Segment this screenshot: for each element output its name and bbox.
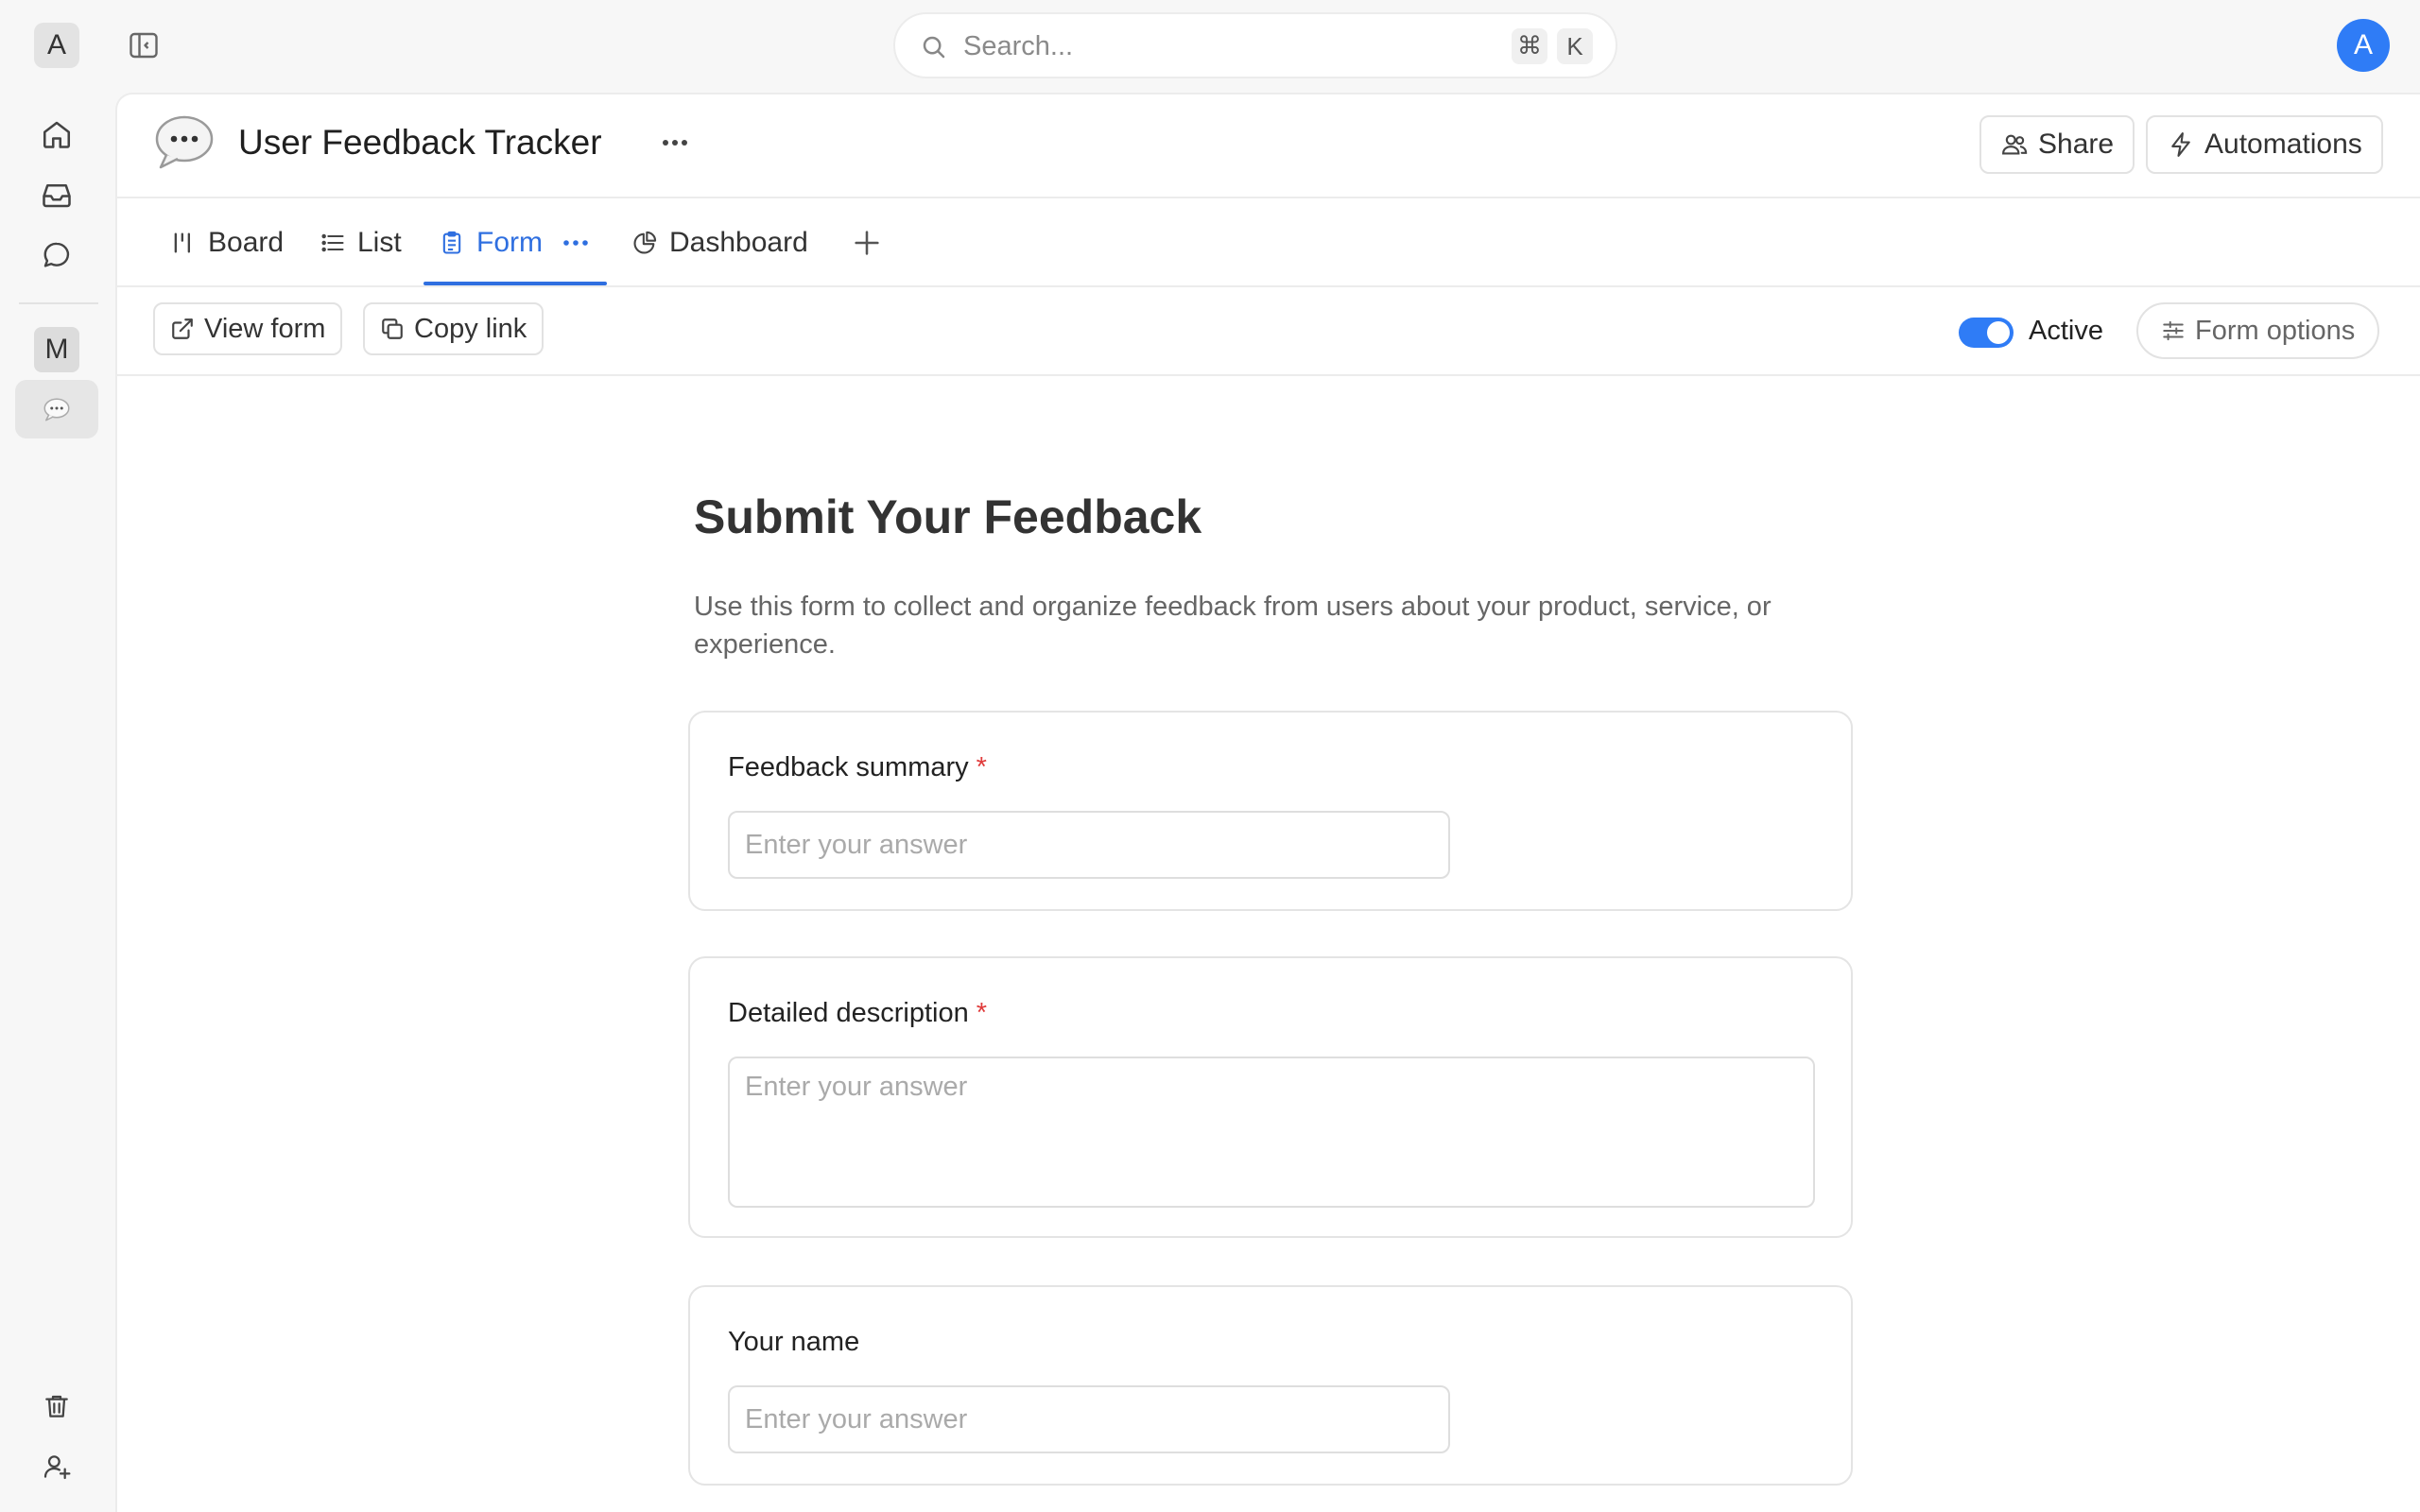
- more-options-icon[interactable]: [656, 129, 694, 157]
- question-text: Your name: [728, 1327, 860, 1357]
- chat-icon[interactable]: [34, 232, 79, 278]
- tab-more-icon[interactable]: [560, 233, 592, 252]
- search-placeholder: Search...: [963, 31, 1074, 61]
- view-form-button[interactable]: View form: [153, 302, 343, 355]
- feedback-summary-input[interactable]: Enter your answer: [728, 811, 1450, 879]
- left-rail: M: [0, 93, 115, 1512]
- page-header: User Feedback Tracker Share Automations: [117, 94, 2420, 198]
- users-icon: [2000, 130, 2029, 159]
- inbox-icon[interactable]: [34, 172, 79, 217]
- form-title: Submit Your Feedback: [694, 490, 1202, 543]
- top-bar: A Search... ⌘ K A: [0, 0, 2420, 93]
- tab-form[interactable]: Form: [439, 198, 592, 287]
- view-form-label: View form: [204, 313, 326, 344]
- view-tabs: Board List Form Dashboard: [117, 198, 2420, 287]
- form-description: Use this form to collect and organize fe…: [694, 592, 1772, 660]
- toggle-knob: [1987, 321, 2010, 344]
- automations-label: Automations: [2204, 129, 2362, 160]
- question-label: Detailed description *: [728, 998, 987, 1029]
- shortcut-k-key: K: [1557, 28, 1593, 64]
- sliders-icon: [2161, 318, 2186, 343]
- home-icon[interactable]: [34, 112, 79, 157]
- form-options-button[interactable]: Form options: [2136, 302, 2380, 359]
- active-label: Active: [2029, 316, 2103, 346]
- page-title: User Feedback Tracker: [238, 123, 602, 162]
- board-icon: [170, 230, 197, 256]
- question-text: Feedback summary: [728, 752, 969, 782]
- tab-label: Dashboard: [669, 227, 808, 258]
- search-icon: [920, 33, 948, 61]
- copy-link-label: Copy link: [414, 313, 527, 344]
- tab-label: Form: [476, 227, 543, 258]
- list-icon: [320, 230, 346, 256]
- form-options-label: Form options: [2195, 315, 2356, 346]
- tab-board[interactable]: Board: [170, 198, 284, 287]
- invite-user-icon[interactable]: [34, 1444, 79, 1489]
- question-card: Feedback summary * Enter your answer: [688, 711, 1853, 911]
- question-label: Your name: [728, 1327, 859, 1358]
- question-card: Your name Enter your answer: [688, 1285, 1853, 1486]
- copy-icon: [380, 317, 405, 341]
- automations-button[interactable]: Automations: [2146, 115, 2383, 174]
- question-label: Feedback summary *: [728, 752, 987, 783]
- tab-dashboard[interactable]: Dashboard: [631, 198, 808, 287]
- share-button[interactable]: Share: [1979, 115, 2135, 174]
- sidebar-toggle-icon[interactable]: [127, 28, 161, 62]
- tab-label: Board: [208, 227, 285, 258]
- question-text: Detailed description: [728, 998, 969, 1028]
- speech-bubble-icon: [43, 397, 71, 422]
- workspace-switcher[interactable]: A: [34, 23, 79, 68]
- active-tab-indicator: [424, 282, 607, 285]
- trash-icon[interactable]: [34, 1383, 79, 1429]
- lightning-icon: [2167, 130, 2195, 159]
- space-badge[interactable]: M: [34, 327, 79, 372]
- user-avatar[interactable]: A: [2337, 19, 2390, 72]
- rail-item-feedback-tracker[interactable]: [15, 380, 98, 438]
- copy-link-button[interactable]: Copy link: [363, 302, 544, 355]
- form-toolbar: View form Copy link Active Form options: [117, 287, 2420, 376]
- rail-divider: [19, 302, 98, 304]
- pie-chart-icon: [631, 230, 658, 256]
- search-bar[interactable]: Search... ⌘ K: [893, 12, 1617, 78]
- share-label: Share: [2038, 129, 2115, 160]
- tab-list[interactable]: List: [320, 198, 402, 287]
- add-view-icon[interactable]: [851, 227, 883, 259]
- shortcut-command-key: ⌘: [1512, 28, 1547, 64]
- detailed-description-textarea[interactable]: Enter your answer: [728, 1057, 1815, 1208]
- tab-label: List: [357, 227, 402, 258]
- speech-bubble-icon: [153, 113, 216, 170]
- main-panel: User Feedback Tracker Share Automations: [115, 93, 2420, 1512]
- required-marker: *: [976, 752, 987, 782]
- your-name-input[interactable]: Enter your answer: [728, 1385, 1450, 1453]
- active-toggle[interactable]: [1959, 318, 2014, 348]
- form-icon: [439, 230, 465, 256]
- question-card: Detailed description * Enter your answer: [688, 956, 1853, 1238]
- external-link-icon: [170, 317, 195, 341]
- required-marker: *: [976, 998, 987, 1028]
